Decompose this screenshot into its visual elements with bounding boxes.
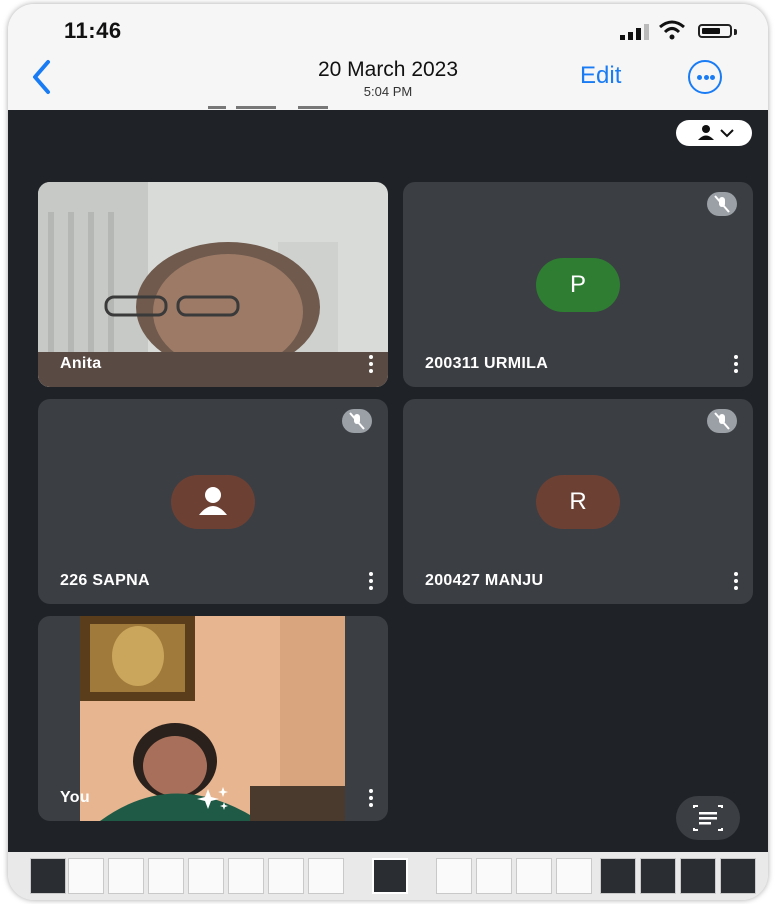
participant-avatar: P <box>536 257 620 312</box>
photo-thumbnail[interactable] <box>228 858 264 894</box>
view-layout-toggle[interactable] <box>676 120 752 146</box>
navigation-bar: 20 March 2023 5:04 PM Edit <box>8 52 768 110</box>
tile-menu-icon[interactable] <box>733 572 739 590</box>
status-time: 11:46 <box>64 18 122 43</box>
photo-thumbnail[interactable] <box>308 858 344 894</box>
tile-menu-icon[interactable] <box>368 789 374 807</box>
photo-thumbnail[interactable] <box>476 858 512 894</box>
mic-off-icon <box>707 409 737 433</box>
captions-icon <box>693 805 723 831</box>
photo-thumbnail-current[interactable] <box>372 858 408 894</box>
participant-tile[interactable]: 226 SAPNA <box>38 399 388 604</box>
wifi-icon <box>659 20 685 40</box>
photo-thumbnail[interactable] <box>188 858 224 894</box>
phone-frame: 11:46 20 March 2023 5:04 PM Edit Anita P… <box>8 4 768 900</box>
photo-thumbnail[interactable] <box>680 858 716 894</box>
tile-menu-icon[interactable] <box>368 355 374 373</box>
participant-name: Anita <box>60 355 102 372</box>
participant-name: You <box>60 789 90 806</box>
mic-off-icon <box>707 192 737 216</box>
photo-time: 5:04 PM <box>363 84 413 99</box>
photo-thumbnail[interactable] <box>30 858 66 894</box>
participant-avatar <box>171 474 255 529</box>
edit-button[interactable]: Edit <box>580 62 621 90</box>
photo-thumbnail[interactable] <box>148 858 184 894</box>
mic-off-icon <box>342 409 372 433</box>
photo-thumbnail[interactable] <box>108 858 144 894</box>
participant-name: 200427 MANJU <box>425 572 544 589</box>
tile-menu-icon[interactable] <box>733 355 739 373</box>
photo-thumbnail[interactable] <box>556 858 592 894</box>
more-options-icon[interactable] <box>688 60 722 94</box>
participant-avatar: R <box>536 474 620 529</box>
meeting-grid: Anita P 200311 URMILA 226 SAPNA R 200427… <box>8 106 768 852</box>
photo-thumbnail[interactable] <box>68 858 104 894</box>
photo-thumbnail[interactable] <box>720 858 756 894</box>
participant-name: 200311 URMILA <box>425 355 549 372</box>
sparkle-effects-icon[interactable] <box>192 785 232 813</box>
participant-tile[interactable]: P 200311 URMILA <box>403 182 753 387</box>
photo-filmstrip <box>8 852 768 900</box>
participant-name: 226 SAPNA <box>60 572 150 589</box>
photo-thumbnail[interactable] <box>600 858 636 894</box>
cut-off-header-text <box>208 106 328 109</box>
photo-date: 20 March 2023 <box>317 58 459 81</box>
person-icon <box>199 486 227 515</box>
battery-tip <box>734 29 737 35</box>
participant-tile[interactable]: R 200427 MANJU <box>403 399 753 604</box>
tile-menu-icon[interactable] <box>368 572 374 590</box>
photo-thumbnail[interactable] <box>268 858 304 894</box>
participant-tile[interactable]: You <box>38 616 388 821</box>
captions-button[interactable] <box>676 796 740 840</box>
cellular-signal-icon <box>620 24 649 40</box>
status-bar: 11:46 <box>8 4 768 52</box>
photo-thumbnail[interactable] <box>516 858 552 894</box>
participant-tile[interactable]: Anita <box>38 182 388 387</box>
photo-thumbnail[interactable] <box>640 858 676 894</box>
battery-icon <box>698 24 732 38</box>
view-layout-icon <box>698 125 734 140</box>
photo-thumbnail[interactable] <box>436 858 472 894</box>
